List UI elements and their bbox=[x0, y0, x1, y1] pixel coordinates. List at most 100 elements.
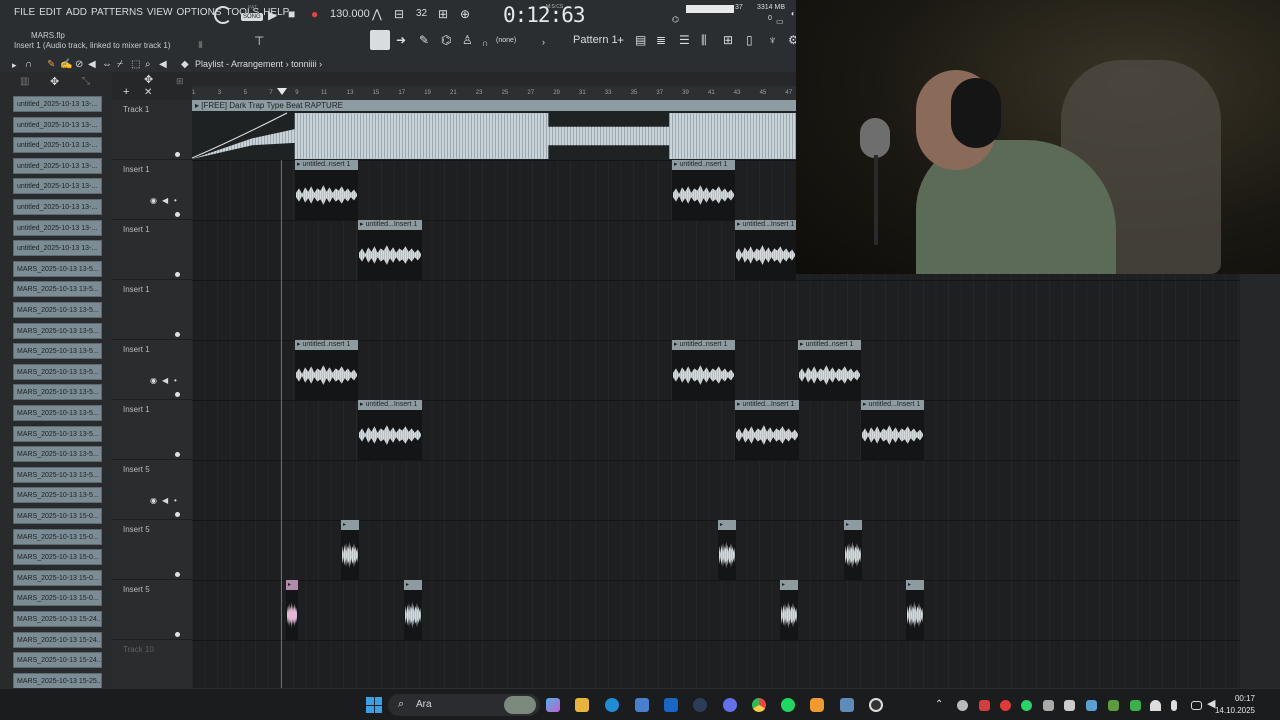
store-icon[interactable] bbox=[635, 698, 649, 712]
brush-icon[interactable]: ✎ bbox=[419, 34, 429, 46]
track-header[interactable]: Insert 5 bbox=[112, 460, 192, 520]
audio-clip[interactable]: ▸ untitled...Insert 1 bbox=[861, 400, 924, 460]
pattern-selector[interactable]: Pattern 1 bbox=[573, 34, 618, 46]
piano-roll-open-icon[interactable]: ≣ bbox=[656, 34, 666, 46]
browser-clip-item[interactable]: MARS_2025-10-13 15-0... bbox=[13, 528, 102, 545]
browser-clip-item[interactable]: MARS_2025-10-13 15-24... bbox=[13, 631, 102, 648]
browser-clip-item[interactable]: MARS_2025-10-13 13-5... bbox=[13, 322, 102, 339]
audio-clip-header[interactable]: ▸ bbox=[844, 520, 862, 530]
magnet-tool-icon[interactable]: ∩ bbox=[25, 59, 32, 71]
track-header[interactable]: Track 1 bbox=[112, 100, 192, 160]
wait-input-icon[interactable]: ⊕ bbox=[460, 8, 470, 20]
browser-clip-item[interactable]: MARS_2025-10-13 15-24... bbox=[13, 611, 102, 627]
plugin-picker-icon[interactable]: ⊞ bbox=[723, 34, 733, 46]
track-enable-dot[interactable] bbox=[175, 392, 180, 397]
fl-studio-icon[interactable] bbox=[810, 698, 824, 712]
audio-clip-header[interactable]: ▸ untitled...Insert 1 bbox=[358, 220, 422, 230]
browser-bars-icon[interactable]: ▥ bbox=[20, 76, 29, 88]
obs-icon[interactable] bbox=[869, 698, 883, 712]
browser-clip-item[interactable]: MARS_2025-10-13 13-5... bbox=[13, 260, 102, 277]
select-tool-icon[interactable]: ⬚ bbox=[131, 59, 140, 71]
track-header[interactable]: Insert 1 bbox=[112, 220, 192, 280]
beat-clip-header[interactable]: ▸ [FREE] Dark Trap Type Beat RAPTURE bbox=[192, 100, 796, 111]
audio-clip[interactable]: ▸ bbox=[718, 520, 736, 580]
outlook-icon[interactable] bbox=[664, 698, 678, 712]
audio-clip-header[interactable]: ▸ untitled...Insert 1 bbox=[735, 400, 799, 410]
audio-clip-header[interactable]: ▸ untitled...Insert 1 bbox=[735, 220, 796, 230]
browser-clip-item[interactable]: untitled_2025-10-13 13-... bbox=[13, 199, 102, 215]
mute-icon[interactable]: ◉ bbox=[150, 375, 157, 387]
solo-icon[interactable]: • bbox=[174, 495, 177, 507]
track-header[interactable]: Insert 5 bbox=[112, 580, 192, 640]
playlist-icon[interactable]: ▤ bbox=[635, 34, 646, 46]
magnet-icon[interactable]: ∩ bbox=[482, 37, 488, 49]
track-enable-dot[interactable] bbox=[175, 332, 180, 337]
browser-clip-item[interactable]: MARS_2025-10-13 13-5... bbox=[13, 343, 102, 360]
tray-app-7-icon[interactable] bbox=[1130, 700, 1141, 711]
track-header[interactable]: Insert 1 bbox=[112, 160, 192, 220]
tray-steam-icon[interactable] bbox=[1086, 700, 1097, 711]
audio-clip[interactable]: ▸ untitled..nsert 1 bbox=[295, 340, 358, 400]
track-name[interactable]: Insert 1 bbox=[123, 225, 150, 234]
track-enable-dot[interactable] bbox=[175, 212, 180, 217]
tray-chevron-icon[interactable]: ⌃ bbox=[935, 699, 943, 711]
master-pitch-icon[interactable]: ⊤ bbox=[254, 35, 264, 47]
stop-icon[interactable]: ■ bbox=[288, 8, 295, 20]
beat-audio-clip[interactable]: ▸ [FREE] Dark Trap Type Beat RAPTURE bbox=[192, 100, 796, 160]
audio-clip[interactable]: ▸ untitled..nsert 1 bbox=[295, 160, 358, 220]
arrow-left-icon[interactable]: ◆ bbox=[181, 59, 189, 71]
display-icon[interactable] bbox=[1191, 701, 1202, 710]
snap-selector[interactable]: (none) bbox=[496, 37, 516, 44]
track-name[interactable]: Insert 5 bbox=[123, 585, 150, 594]
clip-menu-icon[interactable]: ▸ bbox=[343, 522, 346, 528]
browser-clip-item[interactable]: untitled_2025-10-13 13-... bbox=[13, 219, 102, 236]
resize-icon[interactable]: ✥ bbox=[144, 74, 153, 86]
browser-clip-item[interactable]: MARS_2025-10-13 15-0... bbox=[13, 549, 102, 566]
playlist-menu-icon[interactable]: ▸ bbox=[12, 59, 17, 71]
solo-icon[interactable]: • bbox=[174, 195, 177, 207]
audio-clip-header[interactable]: ▸ untitled..nsert 1 bbox=[672, 340, 735, 350]
browser-collapse-icon[interactable]: ⤡ bbox=[82, 76, 90, 88]
browser-icon[interactable]: ▯ bbox=[746, 34, 753, 46]
mute-icon[interactable]: ◉ bbox=[150, 495, 157, 507]
tray-app-6-icon[interactable] bbox=[1108, 700, 1119, 711]
audio-clip[interactable]: ▸ bbox=[286, 580, 298, 640]
slice-tool-icon[interactable]: ⌿ bbox=[117, 59, 123, 71]
channel-rack-icon[interactable]: ☰ bbox=[679, 34, 690, 46]
browser-clip-item[interactable]: untitled_2025-10-13 13-... bbox=[13, 178, 102, 195]
snap-grid-icon[interactable]: ⊞ bbox=[176, 75, 184, 87]
clip-menu-icon[interactable]: ▸ bbox=[846, 522, 849, 528]
audio-clip[interactable]: ▸ untitled...Insert 1 bbox=[735, 400, 799, 460]
menu-add[interactable]: ADD bbox=[66, 7, 87, 18]
channel-rack-small-icon[interactable] bbox=[370, 30, 390, 50]
add-pattern-icon[interactable]: + bbox=[617, 34, 624, 46]
browser-clip-item[interactable]: MARS_2025-10-13 15-24... bbox=[13, 652, 102, 669]
solo-icon[interactable]: • bbox=[174, 375, 177, 387]
mute-tool-icon[interactable]: ◀ bbox=[88, 59, 96, 71]
record-icon[interactable]: ● bbox=[311, 8, 318, 20]
playhead-marker[interactable] bbox=[277, 88, 287, 95]
pattern-arrow-icon[interactable]: › bbox=[542, 36, 545, 48]
browser-expand-icon[interactable]: ✥ bbox=[50, 76, 59, 88]
edge-icon[interactable] bbox=[605, 698, 619, 712]
track-header[interactable]: Insert 1 bbox=[112, 340, 192, 400]
browser-clip-item[interactable]: MARS_2025-10-13 15-0... bbox=[13, 590, 102, 607]
menu-view[interactable]: VIEW bbox=[147, 7, 173, 18]
tray-app-1-icon[interactable] bbox=[957, 700, 968, 711]
playback-tool-icon[interactable]: ◀ bbox=[159, 59, 167, 71]
clip-menu-icon[interactable]: ▸ bbox=[406, 582, 409, 588]
browser-clip-item[interactable]: MARS_2025-10-13 15-25... bbox=[13, 672, 102, 688]
audio-clip[interactable]: ▸ bbox=[341, 520, 359, 580]
volume-small-icon[interactable]: ◀ bbox=[162, 375, 168, 387]
stamp-icon[interactable]: ♙ bbox=[462, 34, 473, 46]
metronome-icon[interactable]: ⋀ bbox=[372, 8, 382, 20]
volume-small-icon[interactable]: ◀ bbox=[162, 195, 168, 207]
tray-app-2-icon[interactable] bbox=[979, 700, 990, 711]
audio-clip-header[interactable]: ▸ untitled...Insert 1 bbox=[358, 400, 422, 410]
browser-clip-item[interactable]: MARS_2025-10-13 13-5... bbox=[13, 281, 102, 298]
track-enable-dot[interactable] bbox=[175, 152, 180, 157]
plugin-icon[interactable]: ♆ bbox=[768, 34, 777, 46]
browser-clip-item[interactable]: MARS_2025-10-13 15-0... bbox=[13, 569, 102, 586]
browser-clip-item[interactable]: untitled_2025-10-13 13-... bbox=[13, 157, 102, 174]
file-explorer-icon[interactable] bbox=[575, 698, 589, 712]
